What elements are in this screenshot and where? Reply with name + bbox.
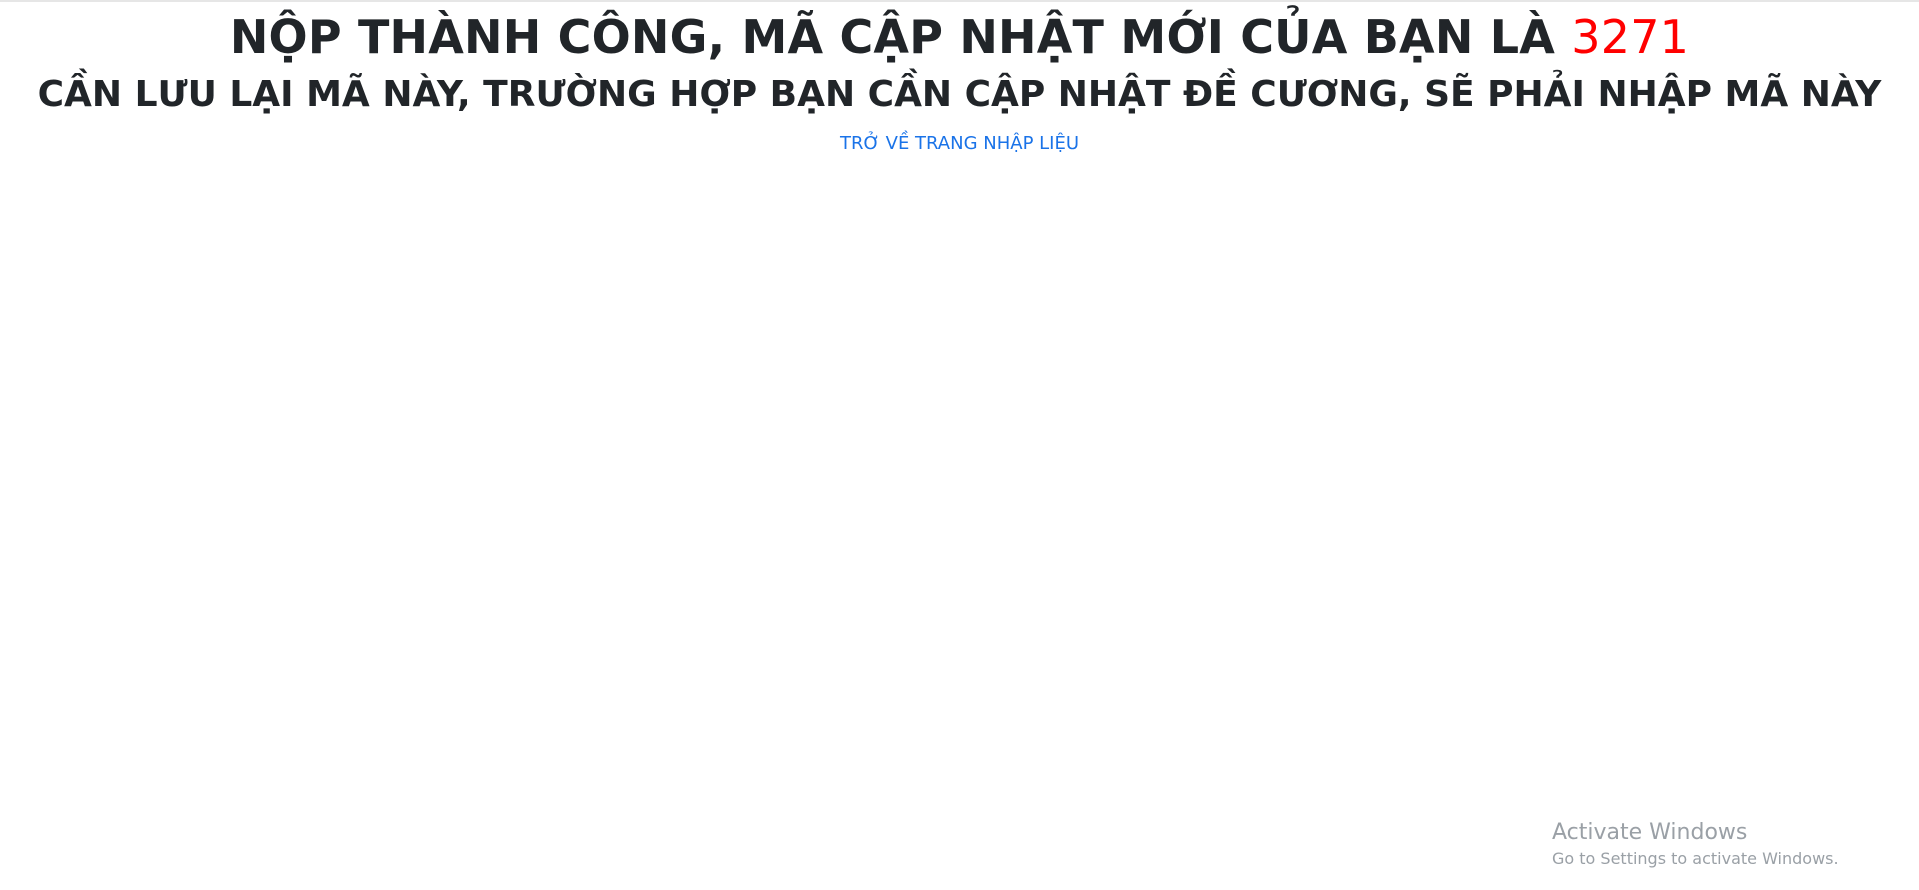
confirmation-content: NỘP THÀNH CÔNG, MÃ CẬP NHẬT MỚI CỦA BẠN … <box>0 0 1919 157</box>
update-code: 3271 <box>1571 10 1690 64</box>
watermark-title: Activate Windows <box>1552 820 1748 845</box>
save-code-instruction: CẦN LƯU LẠI MÃ NÀY, TRƯỜNG HỢP BẠN CẦN C… <box>37 74 1882 115</box>
headline-text: NỘP THÀNH CÔNG, MÃ CẬP NHẬT MỚI CỦA BẠN … <box>229 10 1572 64</box>
watermark-subtitle: Go to Settings to activate Windows. <box>1552 849 1839 868</box>
success-headline: NỘP THÀNH CÔNG, MÃ CẬP NHẬT MỚI CỦA BẠN … <box>0 0 1919 68</box>
windows-activation-watermark: Activate Windows Go to Settings to activ… <box>1552 818 1839 870</box>
back-to-data-entry-link[interactable]: TRỞ VỀ TRANG NHẬP LIỆU <box>840 131 1079 157</box>
